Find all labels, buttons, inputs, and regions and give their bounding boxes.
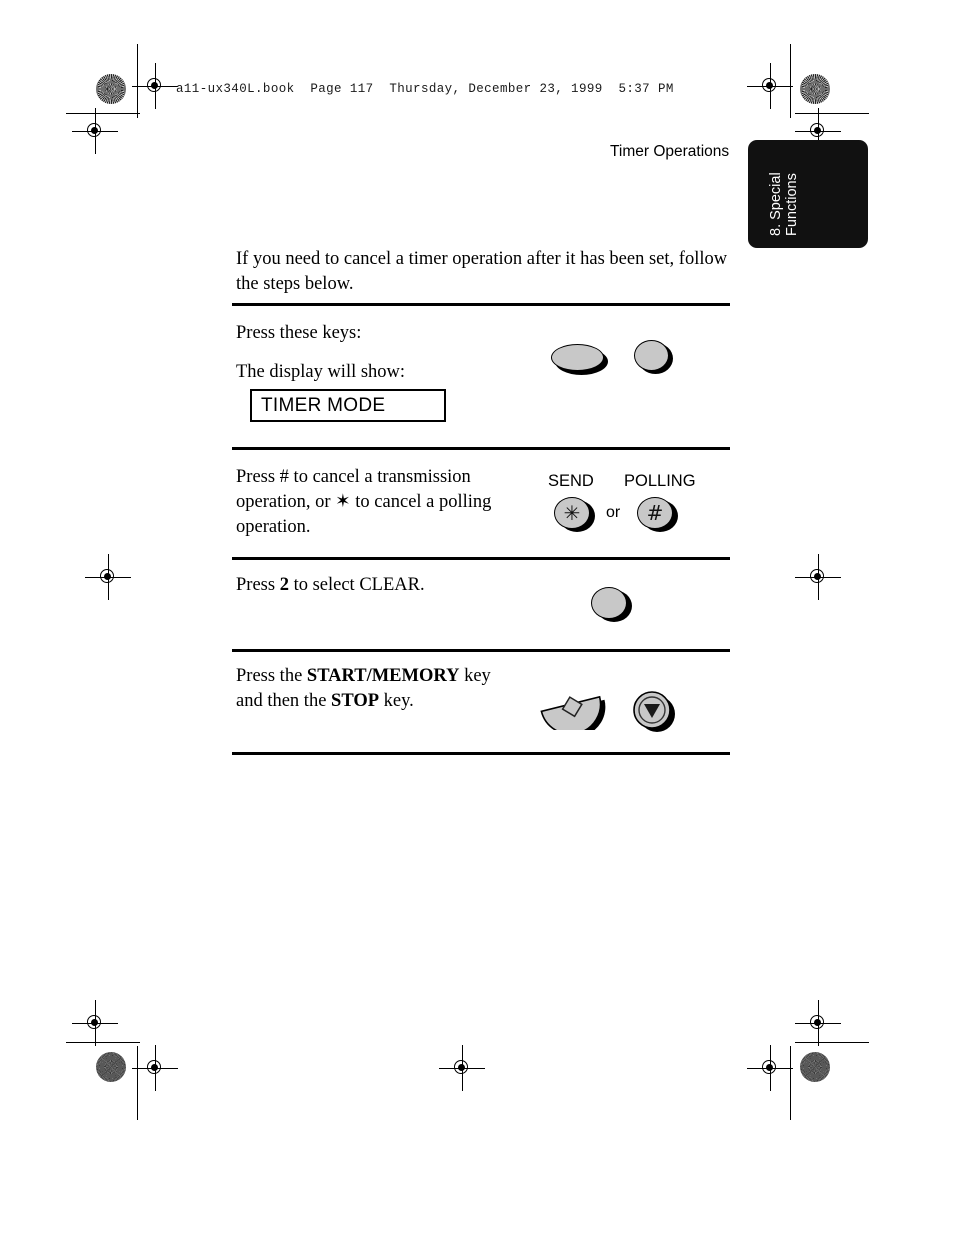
chapter-thumb-tab-label: 8. Special Functions [768, 172, 800, 236]
key-round-plain-clear[interactable] [591, 587, 635, 623]
key-asterisk[interactable]: ✳ [554, 497, 598, 532]
halftone-density-patch-top-right [800, 74, 830, 104]
registration-mark-lower-left-inner [72, 1000, 118, 1046]
key-start-memory[interactable] [535, 682, 607, 737]
start-memory-key-shape [540, 695, 606, 737]
section-rule-4 [232, 649, 730, 653]
lcd-display-text: TIMER MODE [261, 394, 386, 416]
stop-key-shape [633, 691, 675, 732]
step-select-clear-text: Press 2 to select CLEAR. [236, 573, 536, 598]
crop-rule-bottom-right-vertical [790, 1046, 792, 1120]
key-hash[interactable]: # [637, 497, 681, 532]
registration-mark-bottom-left [132, 1045, 178, 1091]
registration-mark-top-left [132, 63, 178, 109]
halftone-density-patch-top-left [96, 74, 126, 104]
stop-key-name: STOP [331, 691, 380, 711]
page-running-head: Timer Operations [610, 143, 730, 160]
key-stop[interactable] [628, 689, 680, 733]
registration-mark-top-right [747, 63, 793, 109]
step-press-keys-line1: Press these keys: [236, 323, 362, 343]
step-start-stop-line2: and then the STOP key. [236, 689, 506, 714]
registration-mark-middle-left [85, 554, 131, 600]
registration-mark-middle-right [795, 554, 841, 600]
registration-mark-bottom-center [439, 1045, 485, 1091]
step-select-clear-keynumber: 2 [279, 575, 289, 595]
step-start-stop-l1-before: Press the [236, 666, 307, 686]
step-start-stop-line1: Press the START/MEMORY key [236, 664, 506, 689]
crop-rule-top-left-vertical [137, 44, 139, 118]
section-rule-2 [232, 447, 730, 451]
step-press-keys-line2: The display will show: [236, 362, 406, 382]
start-memory-key-name: START/MEMORY [306, 666, 460, 686]
crop-rule-right-lower-horizontal [795, 1042, 869, 1044]
book-file-header: a11-ux340L.book Page 117 Thursday, Decem… [176, 82, 674, 96]
asterisk-glyph: ✶ [335, 492, 351, 512]
intro-paragraph: If you need to cancel a timer operation … [236, 249, 728, 294]
chapter-thumb-tab: 8. Special Functions [748, 140, 868, 248]
lcd-display-timer-mode: TIMER MODE [250, 389, 446, 422]
step-select-clear-after: to select CLEAR. [288, 575, 425, 595]
step-start-stop-text: Press the START/MEMORY key and then the … [236, 664, 506, 714]
key-label-polling: POLLING [624, 472, 696, 490]
key-label-send: SEND [548, 472, 594, 490]
or-separator-label: or [606, 504, 621, 521]
hash-key-glyph: # [646, 501, 664, 525]
step-cancel-type-text: Press # to cancel a transmission operati… [236, 465, 498, 540]
step-start-stop-l2-before: and then the [236, 691, 332, 711]
asterisk-key-glyph: ✳ [563, 501, 581, 525]
registration-mark-upper-left-inner [72, 108, 118, 154]
section-rule-1 [232, 303, 730, 307]
halftone-density-patch-bottom-right [800, 1052, 830, 1082]
section-rule-5 [232, 752, 730, 756]
crop-rule-left-lower-horizontal [66, 1042, 140, 1044]
crop-rule-top-right-vertical [790, 44, 792, 118]
registration-mark-lower-right-inner [795, 1000, 841, 1046]
section-rule-3 [232, 557, 730, 561]
step-select-clear-before: Press [236, 575, 280, 595]
crop-rule-bottom-left-vertical [137, 1046, 139, 1120]
chapter-thumb-tab-line1: 8. Special [768, 172, 784, 236]
step-start-stop-l1-after: key [459, 666, 491, 686]
registration-mark-bottom-right [747, 1045, 793, 1091]
crop-rule-right-upper-horizontal [795, 113, 869, 115]
halftone-density-patch-bottom-left [96, 1052, 126, 1082]
manual-page: a11-ux340L.book Page 117 Thursday, Decem… [0, 0, 954, 1235]
crop-rule-left-upper-horizontal [66, 113, 140, 115]
chapter-thumb-tab-line2: Functions [784, 173, 800, 236]
key-round-plain-top[interactable] [634, 340, 676, 375]
step-start-stop-l2-after: key. [379, 691, 414, 711]
key-oval-wide[interactable] [551, 344, 608, 375]
